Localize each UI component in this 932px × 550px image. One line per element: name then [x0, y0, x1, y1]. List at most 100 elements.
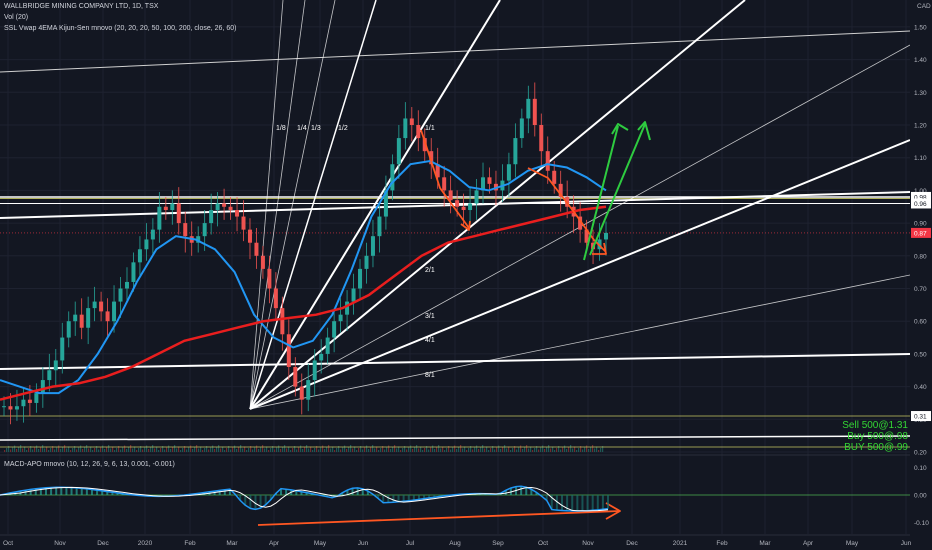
candle-body: [112, 301, 117, 322]
time-tick-label: Feb: [716, 540, 728, 547]
volume-bar: [494, 449, 496, 452]
volume-bar: [166, 447, 168, 452]
candle-body: [228, 206, 233, 211]
volume-bar: [366, 445, 368, 452]
volume-bar: [388, 445, 390, 452]
volume-bar: [6, 448, 8, 452]
volume-bar: [34, 447, 36, 452]
volume-bar: [16, 449, 18, 452]
volume-bar: [432, 445, 434, 452]
candle-body: [137, 249, 142, 263]
fan-label: 1/1: [425, 125, 435, 132]
volume-bar: [590, 447, 592, 452]
candle-body: [27, 399, 32, 403]
volume-bar: [304, 447, 306, 452]
buy-order-note-2: BUY 500@.99: [844, 442, 908, 453]
order-notes: Sell 500@1.31 Buy 500@.98 BUY 500@.99: [842, 420, 908, 453]
volume-bar: [554, 450, 556, 452]
volume-bar: [86, 445, 88, 452]
volume-bar: [38, 449, 40, 452]
price-axis[interactable]: CAD1.601.501.401.301.201.101.000.900.800…: [910, 0, 932, 550]
volume-bar: [104, 449, 106, 452]
volume-bar: [236, 449, 238, 452]
volume-bar: [446, 448, 448, 452]
volume-bar: [20, 445, 22, 452]
volume-bar: [496, 447, 498, 452]
fan-label: 1/3: [311, 125, 321, 132]
volume-bar: [280, 449, 282, 452]
volume-bar: [522, 449, 524, 452]
volume-bar: [440, 448, 442, 452]
candle-body: [150, 229, 155, 240]
volume-bar: [348, 447, 350, 452]
price-tick-label: 1.30: [914, 90, 927, 97]
price-tick-label: 0.90: [914, 221, 927, 228]
volume-bar: [152, 445, 154, 452]
volume-bar: [566, 449, 568, 452]
volume-bar: [278, 445, 280, 452]
macd-histogram-bar: [520, 486, 523, 495]
volume-bar: [410, 445, 412, 452]
volume-bar: [478, 449, 480, 452]
fan-label: 1/8: [276, 125, 286, 132]
volume-bar: [564, 445, 566, 452]
candle-body: [14, 406, 19, 410]
macd-histogram-bar: [581, 495, 584, 511]
volume-bar: [216, 447, 218, 452]
volume-bar: [600, 448, 602, 452]
price-tag-label: 0.96: [914, 201, 927, 208]
volume-bar: [14, 445, 16, 452]
volume-bar: [414, 447, 416, 452]
volume-bar: [160, 448, 162, 452]
volume-bar: [300, 445, 302, 452]
candle-body: [163, 206, 168, 211]
volume-bar: [336, 448, 338, 452]
candle-body: [280, 308, 285, 335]
candle-body: [474, 190, 479, 204]
macd-histogram-bar: [70, 487, 73, 495]
volume-bar: [390, 449, 392, 452]
volume-bar: [12, 447, 14, 452]
fan-label: 3/1: [425, 313, 435, 320]
volume-bar: [406, 449, 408, 452]
volume-bar: [556, 448, 558, 452]
candle-body: [390, 164, 395, 191]
volume-bar: [378, 450, 380, 452]
volume-bar: [54, 449, 56, 452]
volume-bar: [374, 448, 376, 452]
time-tick-label: Dec: [97, 540, 109, 547]
candle-body: [2, 406, 6, 408]
time-tick-label: 2020: [138, 540, 153, 547]
volume-bar: [550, 448, 552, 452]
volume-bar: [416, 445, 418, 452]
volume-bar: [458, 447, 460, 452]
volume-bar: [502, 447, 504, 452]
volume-bar: [286, 448, 288, 452]
volume-bar: [214, 449, 216, 452]
volume-bar: [400, 450, 402, 452]
volume-bar: [84, 447, 86, 452]
volume-bar: [258, 449, 260, 452]
candle-body: [47, 370, 52, 381]
volume-bar: [592, 445, 594, 452]
sell-order-note: Sell 500@1.31: [842, 420, 908, 431]
candle-body: [448, 190, 453, 201]
volume-bar: [518, 447, 520, 452]
time-tick-label: Oct: [3, 540, 13, 547]
candle-body: [409, 118, 414, 125]
volume-bar: [512, 448, 514, 452]
volume-bar: [468, 448, 470, 452]
volume-bar: [88, 448, 90, 452]
candle-body: [487, 177, 492, 184]
volume-bar: [328, 445, 330, 452]
volume-bar: [44, 448, 46, 452]
volume-bar: [516, 449, 518, 452]
volume-bar: [474, 447, 476, 452]
volume-bar: [586, 445, 588, 452]
volume-bar: [422, 450, 424, 452]
buy-order-note: Buy 500@.98: [847, 431, 908, 442]
volume-bar: [412, 449, 414, 452]
volume-bar: [408, 447, 410, 452]
volume-bar: [194, 447, 196, 452]
volume-bar: [132, 448, 134, 452]
